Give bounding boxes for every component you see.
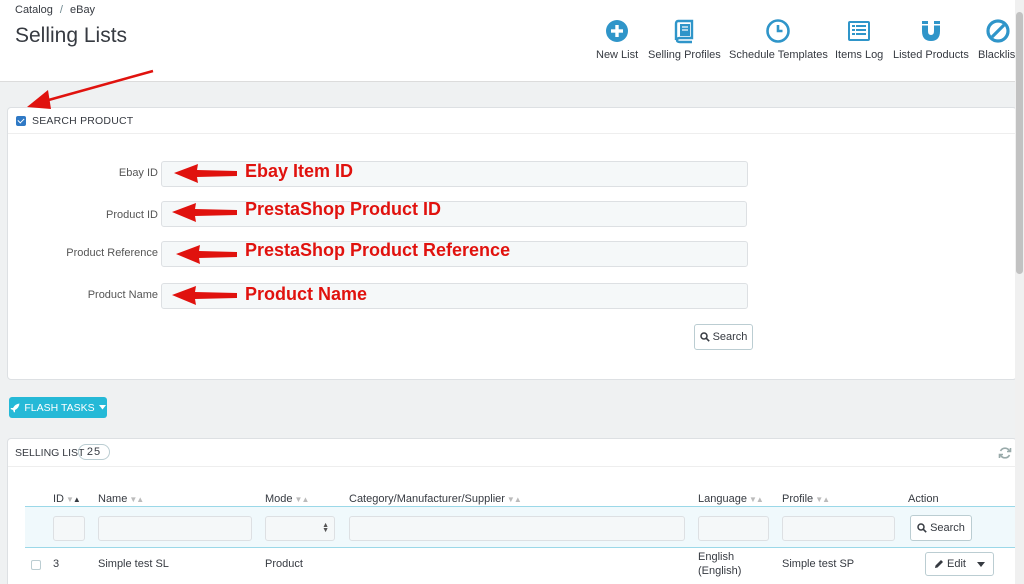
product-reference-annotation: PrestaShop Product Reference xyxy=(245,240,511,260)
row-edit-button[interactable]: Edit xyxy=(925,552,994,576)
breadcrumb-separator: / xyxy=(59,4,63,16)
row-edit-label: Edit xyxy=(947,558,966,570)
column-header-id-label: ID xyxy=(53,493,64,505)
sort-icon[interactable]: ▼▲ xyxy=(66,495,81,504)
magnet-icon xyxy=(921,21,940,41)
page-header: Catalog / eBay Selling Lists New List Sell… xyxy=(0,0,1024,82)
items-log-button[interactable]: Items Log xyxy=(835,18,883,61)
blacklist-button[interactable]: Blacklist xyxy=(978,18,1018,61)
row-checkbox[interactable] xyxy=(31,560,41,570)
selling-list-panel: SELLING LIST 25 ID ▼▲ Name ▼▲ Mode ▼▲ Categ… xyxy=(7,438,1017,584)
filter-id-input[interactable] xyxy=(53,516,85,541)
selling-list-header: SELLING LIST 25 xyxy=(8,439,1016,467)
column-header-profile-label: Profile xyxy=(782,493,814,505)
search-product-button-label: Search xyxy=(712,331,748,343)
search-panel-header: SEARCH PRODUCT xyxy=(8,108,1016,134)
toolbar: New List Selling Profiles Schedule Templ… xyxy=(0,18,1024,68)
product-reference-label: Product Reference xyxy=(66,247,158,259)
filter-search-label: Search xyxy=(930,522,965,534)
edit-caret-icon[interactable] xyxy=(977,562,985,567)
sort-icon[interactable]: ▼▲ xyxy=(129,495,144,504)
search-product-checkbox[interactable] xyxy=(16,116,26,126)
ebay-id-label: Ebay ID xyxy=(118,167,158,179)
list-icon xyxy=(848,21,871,41)
row-id: 3 xyxy=(53,558,60,570)
filter-row: ▲ ▼ Search xyxy=(25,506,1015,548)
filter-profile-input[interactable] xyxy=(782,516,895,541)
selling-profiles-label: Selling Profiles xyxy=(648,49,721,61)
row-language-line2: (English) xyxy=(698,565,742,577)
column-header-name[interactable]: Name ▼▲ xyxy=(98,493,144,505)
ebay-id-annotation: Ebay Item ID xyxy=(245,161,354,181)
pencil-icon xyxy=(935,560,943,568)
column-header-mode[interactable]: Mode ▼▲ xyxy=(265,493,310,505)
breadcrumb-ebay[interactable]: eBay xyxy=(70,4,95,16)
product-id-annotation: PrestaShop Product ID xyxy=(245,199,442,219)
schedule-templates-button[interactable]: Schedule Templates xyxy=(729,18,828,61)
column-header-language-label: Language xyxy=(698,493,747,505)
row-mode: Product xyxy=(265,558,303,570)
ban-icon xyxy=(986,19,1010,43)
column-header-category-label: Category/Manufacturer/Supplier xyxy=(349,493,505,505)
new-list-button[interactable]: New List xyxy=(596,18,638,61)
rocket-icon xyxy=(10,403,20,412)
sort-icon[interactable]: ▼▲ xyxy=(295,495,310,504)
column-header-mode-label: Mode xyxy=(265,493,293,505)
product-name-label: Product Name xyxy=(87,289,158,301)
search-icon xyxy=(917,523,927,533)
row-name: Simple test SL xyxy=(98,558,169,570)
blacklist-label: Blacklist xyxy=(978,49,1019,61)
flash-tasks-label: FLASH TASKS xyxy=(24,401,95,414)
breadcrumb-catalog[interactable]: Catalog xyxy=(15,4,53,16)
listed-products-label: Listed Products xyxy=(893,49,969,61)
product-name-annotation: Product Name xyxy=(245,284,368,304)
column-header-action: Action xyxy=(908,493,939,505)
filter-search-button[interactable]: Search xyxy=(910,515,972,541)
refresh-icon[interactable] xyxy=(998,446,1012,460)
plus-circle-icon xyxy=(606,20,629,42)
breadcrumb: Catalog / eBay xyxy=(15,4,95,16)
search-product-button[interactable]: Search xyxy=(694,324,753,350)
listed-products-button[interactable]: Listed Products xyxy=(893,18,969,61)
book-icon xyxy=(675,19,694,44)
sort-icon[interactable]: ▼▲ xyxy=(507,495,522,504)
column-header-profile[interactable]: Profile ▼▲ xyxy=(782,493,830,505)
column-header-name-label: Name xyxy=(98,493,128,505)
column-header-id[interactable]: ID ▼▲ xyxy=(53,493,81,505)
selling-list-title: SELLING LIST xyxy=(15,447,85,459)
search-panel-title: SEARCH PRODUCT xyxy=(32,115,134,127)
page-scrollbar[interactable] xyxy=(1015,0,1024,584)
flash-tasks-button[interactable]: FLASH TASKS xyxy=(9,397,107,418)
filter-name-input[interactable] xyxy=(98,516,252,541)
filter-category-input[interactable] xyxy=(349,516,685,541)
selling-profiles-button[interactable]: Selling Profiles xyxy=(648,18,721,61)
row-language-line1: English xyxy=(698,551,735,563)
schedule-templates-label: Schedule Templates xyxy=(729,49,828,61)
filter-language-input[interactable] xyxy=(698,516,769,541)
column-header-category[interactable]: Category/Manufacturer/Supplier ▼▲ xyxy=(349,493,522,505)
column-header-language[interactable]: Language ▼▲ xyxy=(698,493,764,505)
selling-list-count-badge: 25 xyxy=(78,444,110,460)
new-list-label: New List xyxy=(596,49,639,61)
select-arrows-icon: ▲ ▼ xyxy=(322,522,329,534)
sort-icon[interactable]: ▼▲ xyxy=(749,495,764,504)
filter-mode-select[interactable]: ▲ ▼ xyxy=(265,516,335,541)
search-icon xyxy=(699,332,710,342)
clock-icon xyxy=(766,19,791,43)
caret-down-icon xyxy=(98,405,106,410)
sort-icon[interactable]: ▼▲ xyxy=(815,495,830,504)
scrollbar-thumb[interactable] xyxy=(1016,12,1023,274)
edit-label-group: Edit xyxy=(934,558,966,570)
items-log-label: Items Log xyxy=(835,49,884,61)
product-id-label: Product ID xyxy=(106,209,158,221)
row-profile: Simple test SP xyxy=(782,558,855,570)
